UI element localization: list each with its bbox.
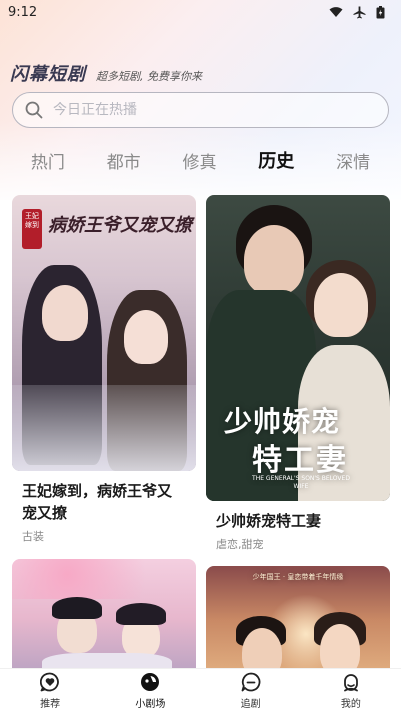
status-bar: 9:12	[0, 0, 401, 24]
nav-label: 小剧场	[135, 699, 166, 710]
poster-title-line2: 特工妻	[252, 443, 348, 478]
poster-blossoms	[12, 559, 196, 599]
status-icons	[329, 5, 385, 19]
theater-icon	[141, 673, 160, 691]
bottom-nav: 推荐 小剧场 追剧 我的	[0, 668, 401, 713]
tab-urban[interactable]: 都市	[101, 144, 147, 177]
chat-bubble-icon	[241, 672, 260, 692]
poster-robes	[12, 385, 196, 471]
search-icon	[25, 101, 43, 119]
search-input[interactable]	[53, 102, 353, 118]
poster-face	[124, 310, 168, 364]
poster-face	[42, 285, 88, 341]
drama-poster[interactable]	[12, 559, 196, 668]
status-time: 9:12	[8, 4, 38, 20]
brand: 闪幕短剧 超多短剧, 免费享你来	[10, 60, 202, 86]
drama-tags: 虐恋,甜宠	[216, 538, 264, 551]
battery-icon	[376, 5, 385, 18]
drama-title: 王妃嫁到，病娇王爷又宠又撩	[22, 482, 173, 522]
nav-label: 我的	[340, 699, 361, 710]
tab-hot[interactable]: 热门	[25, 144, 71, 177]
nav-following[interactable]: 追剧	[211, 672, 291, 710]
tab-history[interactable]: 历史	[248, 143, 300, 179]
tab-romance[interactable]: 深情	[330, 144, 376, 177]
profile-icon	[343, 674, 358, 692]
nav-label: 追剧	[240, 699, 261, 710]
poster-title-text: 少年国王 · 皇恋带着千年情缘	[252, 573, 344, 581]
nav-profile[interactable]: 我的	[311, 672, 391, 710]
poster-hair	[52, 597, 102, 619]
wifi-icon	[329, 7, 343, 17]
poster-title-line1: 少帅娇宠	[224, 405, 341, 438]
drama-poster[interactable]: 少帅娇宠 特工妻 THE GENERAL'S SON'S BELOVED WIF…	[206, 195, 390, 501]
poster-robes	[42, 653, 172, 668]
poster-subtitle: THE GENERAL'S SON'S BELOVED WIFE	[252, 475, 350, 490]
poster-hair	[116, 603, 166, 625]
tab-cultivation[interactable]: 修真	[176, 144, 222, 177]
brand-name: 闪幕短剧	[10, 64, 86, 85]
drama-card[interactable]: 少帅娇宠 特工妻 THE GENERAL'S SON'S BELOVED WIF…	[206, 195, 390, 552]
active-tab-indicator	[248, 171, 296, 179]
drama-tags: 古装	[22, 530, 44, 543]
heart-chat-icon	[40, 672, 59, 692]
drama-poster[interactable]: 王妃嫁到 病娇王爷又宠又撩	[12, 195, 196, 471]
airplane-icon	[353, 6, 366, 18]
nav-theater[interactable]: 小剧场	[110, 672, 190, 710]
drama-title: 少帅娇宠特工妻	[216, 512, 322, 530]
drama-card[interactable]	[12, 559, 196, 668]
brand-slogan: 超多短剧, 免费享你来	[96, 70, 202, 83]
poster-face	[244, 225, 304, 295]
poster-seal: 王妃嫁到	[22, 209, 42, 249]
drama-card[interactable]: 王妃嫁到 病娇王爷又宠又撩 王妃嫁到，病娇王爷又宠又撩 古装	[12, 195, 196, 544]
search-bar[interactable]	[12, 92, 389, 128]
nav-recommend[interactable]: 推荐	[10, 672, 90, 710]
nav-label: 推荐	[40, 699, 61, 710]
drama-feed: 王妃嫁到 病娇王爷又宠又撩 王妃嫁到，病娇王爷又宠又撩 古装 少帅娇宠 特工妻 …	[0, 194, 401, 668]
poster-face	[320, 624, 360, 668]
poster-title-text: 病娇王爷又宠又撩	[48, 215, 192, 236]
drama-poster[interactable]: 少年国王 · 皇恋带着千年情缘	[206, 566, 390, 668]
category-tabs: 热门 都市 修真 历史 深情	[0, 140, 401, 180]
drama-card[interactable]: 少年国王 · 皇恋带着千年情缘	[206, 566, 390, 668]
poster-face	[314, 273, 368, 337]
